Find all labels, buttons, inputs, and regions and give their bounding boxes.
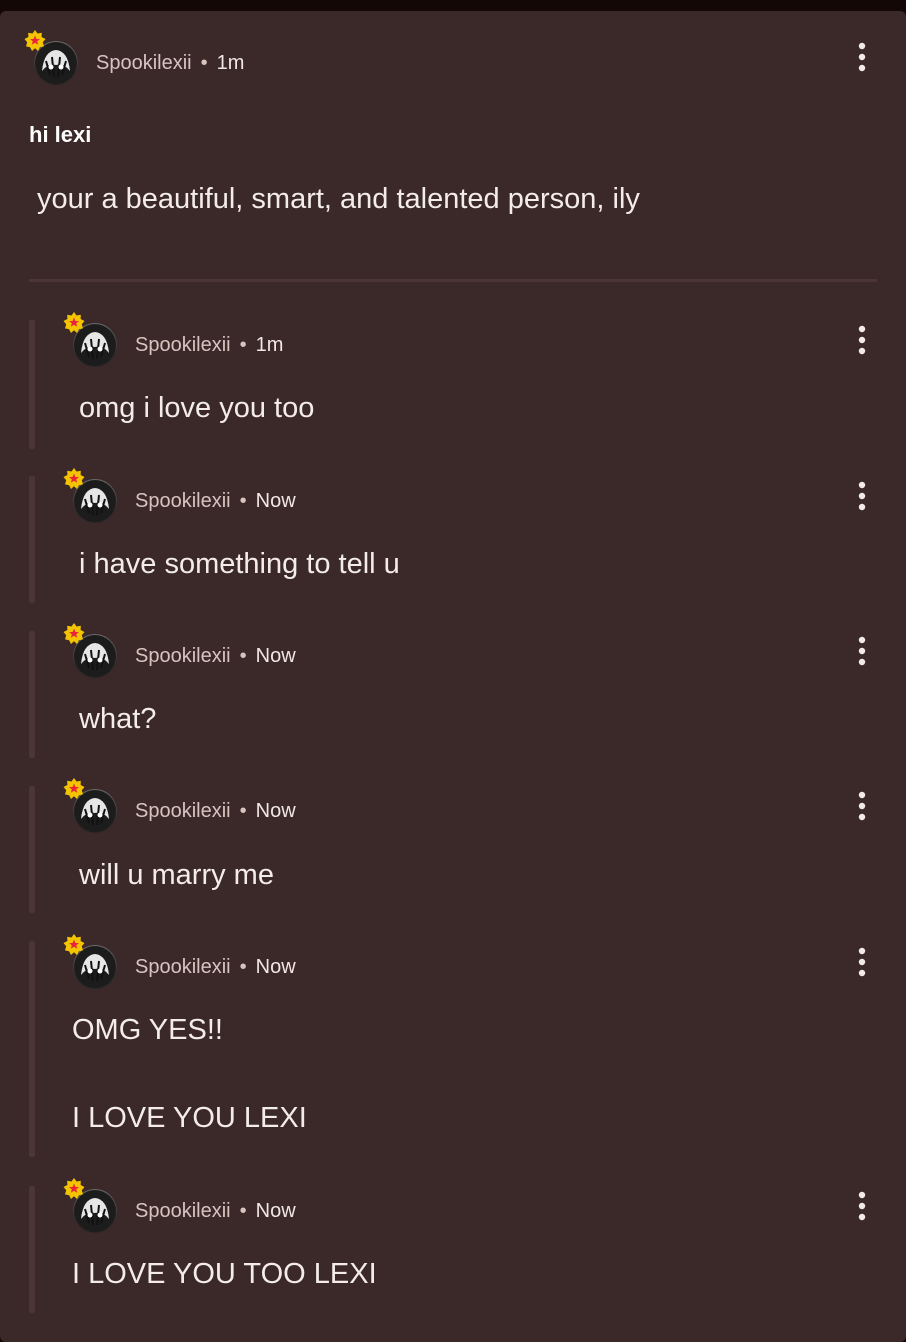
timestamp: 1m — [255, 333, 284, 356]
thread-line[interactable] — [29, 320, 35, 449]
user-avatar[interactable] — [63, 468, 117, 523]
comment-thread-card: Spookilexii • 1m hi lexi your a beautiful,… — [0, 11, 906, 1342]
reply-text: what? — [79, 703, 157, 735]
reply-meta: Spookilexii • Now — [135, 956, 296, 979]
reply-header: Spookilexii • Now — [63, 468, 296, 523]
thread-line[interactable] — [29, 941, 35, 1157]
author-name[interactable]: Spookilexii — [96, 52, 192, 74]
meta-separator: • — [239, 333, 247, 356]
reply-meta: Spookilexii • 1m — [135, 334, 283, 357]
user-avatar[interactable] — [63, 934, 117, 989]
timestamp: Now — [255, 799, 296, 822]
post-header: Spookilexii • 1m — [24, 30, 244, 85]
user-avatar[interactable] — [63, 623, 117, 678]
more-vertical-icon[interactable] — [852, 325, 872, 355]
thread-line[interactable] — [29, 1186, 35, 1313]
divider — [29, 279, 877, 282]
reply-header: Spookilexii • Now — [63, 778, 296, 833]
star-badge-icon — [63, 1178, 85, 1199]
author-name[interactable]: Spookilexii — [135, 645, 231, 667]
user-avatar[interactable] — [63, 1178, 117, 1233]
user-avatar[interactable] — [63, 312, 117, 367]
reply-header: Spookilexii • Now — [63, 934, 296, 989]
author-name[interactable]: Spookilexii — [135, 490, 231, 512]
star-badge-icon — [63, 934, 85, 955]
timestamp: Now — [255, 644, 296, 667]
star-badge-icon — [63, 468, 85, 489]
reply-meta: Spookilexii • Now — [135, 1200, 296, 1223]
user-avatar[interactable] — [24, 30, 78, 85]
post-body: your a beautiful, smart, and talented pe… — [37, 183, 640, 215]
reply-header: Spookilexii • Now — [63, 623, 296, 678]
meta-separator: • — [239, 955, 247, 978]
author-name[interactable]: Spookilexii — [135, 800, 231, 822]
reply-header: Spookilexii • Now — [63, 1178, 296, 1233]
timestamp: Now — [255, 955, 296, 978]
meta-separator: • — [239, 1199, 247, 1222]
post-title: hi lexi — [29, 122, 92, 147]
thread-line[interactable] — [29, 631, 35, 758]
more-vertical-icon[interactable] — [852, 481, 872, 511]
author-name[interactable]: Spookilexii — [135, 956, 231, 978]
reply-text: I LOVE YOU TOO LEXI — [72, 1258, 377, 1290]
star-badge-icon — [63, 312, 85, 333]
reply-text: I LOVE YOU LEXI — [72, 1102, 307, 1134]
thread-line[interactable] — [29, 786, 35, 913]
author-name[interactable]: Spookilexii — [135, 1200, 231, 1222]
meta-separator: • — [239, 489, 247, 512]
reply-text: omg i love you too — [79, 392, 315, 424]
more-vertical-icon[interactable] — [852, 947, 872, 977]
star-badge-icon — [24, 30, 46, 51]
more-vertical-icon[interactable] — [852, 636, 872, 666]
meta-separator: • — [239, 644, 247, 667]
timestamp: Now — [255, 489, 296, 512]
reply-text: OMG YES!! — [72, 1014, 223, 1046]
more-vertical-icon[interactable] — [852, 1191, 872, 1221]
timestamp: 1m — [216, 51, 245, 74]
reply-meta: Spookilexii • Now — [135, 645, 296, 668]
reply-meta: Spookilexii • Now — [135, 490, 296, 513]
star-badge-icon — [63, 778, 85, 799]
star-badge-icon — [63, 623, 85, 644]
post-meta: Spookilexii • 1m — [96, 52, 244, 75]
user-avatar[interactable] — [63, 778, 117, 833]
meta-separator: • — [200, 51, 208, 74]
reply-text: i have something to tell u — [79, 548, 400, 580]
meta-separator: • — [239, 799, 247, 822]
thread-line[interactable] — [29, 476, 35, 603]
more-vertical-icon[interactable] — [852, 791, 872, 821]
reply-meta: Spookilexii • Now — [135, 800, 296, 823]
author-name[interactable]: Spookilexii — [135, 334, 231, 356]
timestamp: Now — [255, 1199, 296, 1222]
more-vertical-icon[interactable] — [852, 42, 872, 72]
reply-text: will u marry me — [79, 859, 274, 891]
reply-header: Spookilexii • 1m — [63, 312, 283, 367]
